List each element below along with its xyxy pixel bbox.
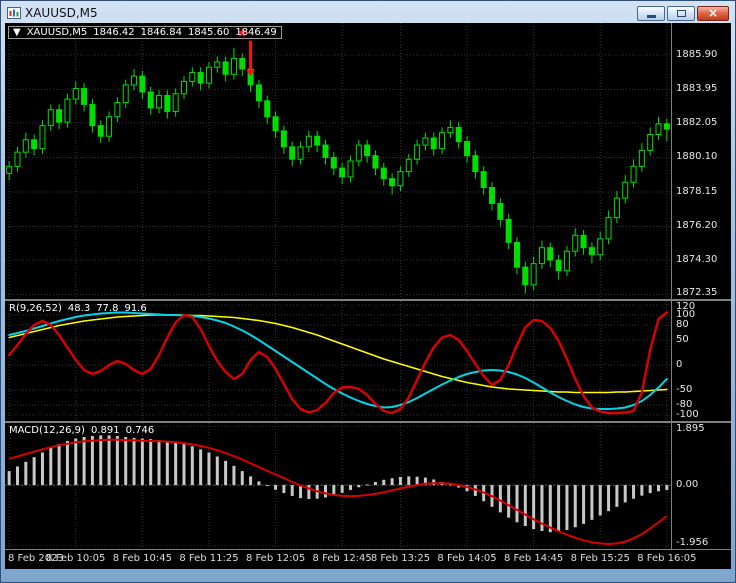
axis-label: 1872.35 [676,287,718,298]
window-title: XAUUSD,M5 [25,6,98,20]
time-axis[interactable]: 8 Feb 2023 8 Feb 10:05 8 Feb 10:45 8 Feb 11… [5,550,731,569]
main-chart-plot-canvas: ★ [5,23,671,299]
chart-window-icon [7,7,21,19]
oscillator-plot-canvas [5,301,671,421]
macd-axis[interactable]: 1.895 0.00 -1.956 [671,423,731,549]
restore-icon [676,9,686,17]
time-axis-label: 8 Feb 15:25 [570,553,630,564]
macd-plot[interactable]: MACD(12,26,9) 0.891 0.746 [5,423,671,549]
axis-label: 1882.05 [676,116,718,128]
time-axis-label: 8 Feb 10:05 [46,553,106,564]
macd-name: MACD(12,26,9) [9,425,85,436]
axis-label: 0 [676,359,683,370]
time-axis-label: 8 Feb 12:45 [312,553,372,564]
oscillator-axis[interactable]: 120 100 80 50 0 -50 -80 -100 [671,301,731,421]
restore-button[interactable] [667,5,695,21]
macd-value-main: 0.891 [90,425,120,436]
infobox-high: 1846.84 [140,27,182,38]
ohlc-infobox[interactable]: ▼ XAUUSD,M5 1846.42 1846.84 1845.60 1846… [8,26,282,39]
close-icon: × [707,6,719,20]
time-axis-label: 8 Feb 10:45 [112,553,172,564]
oscillator-value-1: 48.3 [67,303,91,314]
chart-client-area: ▼ XAUUSD,M5 1846.42 1846.84 1845.60 1846… [5,23,731,569]
axis-label: 50 [676,334,689,345]
minimize-icon [646,15,656,18]
close-button[interactable]: × [697,5,729,21]
axis-label: -50 [676,384,693,395]
oscillator-label: R(9,26,52) 48.3 77.8 91.6 [9,303,147,314]
time-axis-label: 8 Feb 12:05 [245,553,306,564]
main-price-axis[interactable]: 1885.90 1883.95 1882.05 1880.10 1878.15 1876.… [671,23,731,299]
infobox-open: 1846.42 [93,27,135,38]
macd-value-signal: 0.746 [125,425,155,436]
time-axis-label: 8 Feb 16:05 [637,553,697,564]
macd-panel: MACD(12,26,9) 0.891 0.746 1.895 0.00 -1.95… [5,423,731,549]
infobox-close: 1846.49 [235,27,277,38]
axis-label: 1874.30 [676,254,718,266]
axis-label: 1878.15 [676,185,718,197]
symbol-collapse-arrow-icon[interactable]: ▼ [13,27,21,38]
macd-label: MACD(12,26,9) 0.891 0.746 [9,425,154,436]
main-price-panel: ▼ XAUUSD,M5 1846.42 1846.84 1845.60 1846… [5,23,731,299]
minimize-button[interactable] [637,5,665,21]
main-chart-plot[interactable]: ▼ XAUUSD,M5 1846.42 1846.84 1845.60 1846… [5,23,671,299]
slow-line [8,314,668,394]
oscillator-value-3: 91.6 [124,303,147,314]
oscillator-name: R(9,26,52) [9,303,62,314]
chart-window: XAUUSD,M5 × ▼ XAUUSD,M5 1846.42 1846.84 … [0,0,736,583]
infobox-low: 1845.60 [187,27,230,38]
oscillator-panel: R(9,26,52) 48.3 77.8 91.6 120 100 80 50 0 -50… [5,301,731,421]
oscillator-plot[interactable]: R(9,26,52) 48.3 77.8 91.6 [5,301,671,421]
axis-label: 1885.90 [676,48,718,60]
macd-plot-canvas [5,423,671,549]
time-axis-label: 8 Feb 13:25 [370,553,431,564]
fast-line [7,311,668,415]
axis-label: -100 [676,409,699,420]
time-axis-label: 8 Feb 14:05 [437,553,497,564]
axis-label: 1876.20 [676,220,718,232]
axis-label: 0.00 [676,479,699,491]
axis-label: -1.956 [676,537,709,548]
axis-label: 80 [676,319,689,330]
axis-label: 1880.10 [676,151,718,163]
infobox-symbol: XAUUSD,M5 [26,27,88,38]
time-axis-label: 8 Feb 14:45 [504,553,564,564]
titlebar[interactable]: XAUUSD,M5 × [5,3,731,23]
axis-label: 1.895 [676,423,705,434]
time-axis-label: 8 Feb 11:25 [179,553,239,564]
axis-label: 1883.95 [676,83,718,95]
oscillator-value-2: 77.8 [96,303,119,314]
